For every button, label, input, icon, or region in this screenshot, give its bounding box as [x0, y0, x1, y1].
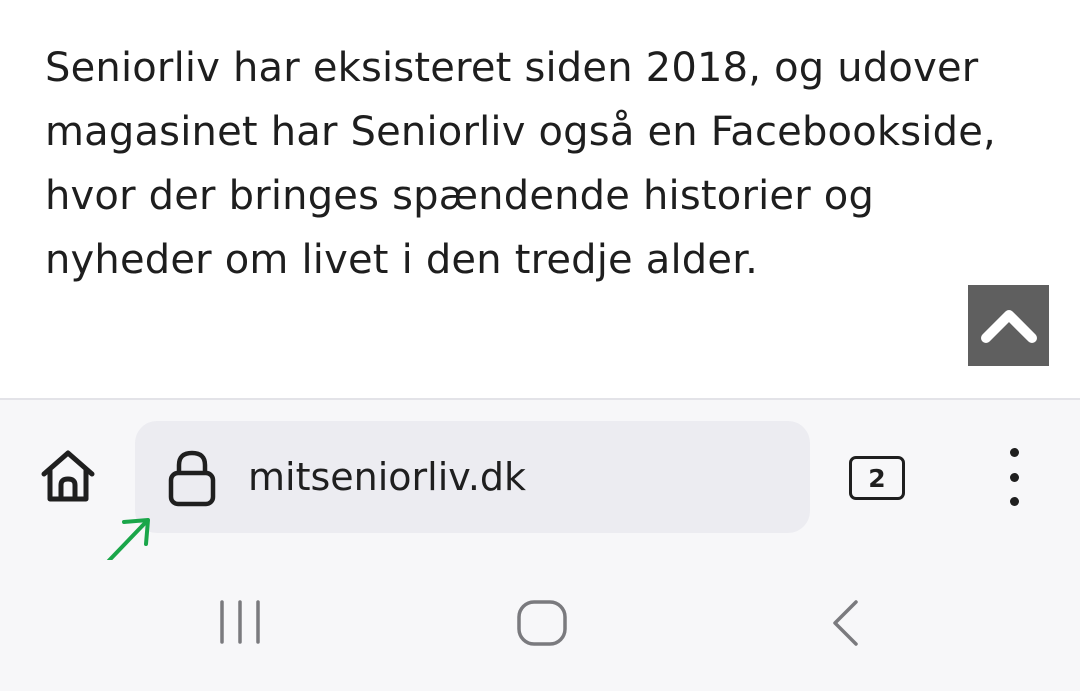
article-content: Seniorliv har eksisteret siden 2018, og …	[0, 0, 1080, 398]
url-text: mitseniorliv.dk	[248, 455, 527, 499]
recent-apps-icon[interactable]	[216, 600, 264, 644]
menu-dot	[1009, 448, 1019, 457]
menu-dot	[1009, 472, 1019, 482]
home-circle-icon[interactable]	[515, 598, 569, 648]
back-chevron-icon[interactable]	[822, 598, 870, 648]
tabs-button[interactable]: 2	[845, 452, 907, 500]
home-icon	[41, 450, 95, 502]
scroll-to-top-button[interactable]	[968, 285, 1049, 366]
menu-dot	[1009, 497, 1019, 506]
tab-count: 2	[868, 463, 886, 493]
tab-count-badge: 2	[849, 456, 905, 500]
system-navigation-bar	[0, 560, 1080, 691]
address-bar[interactable]: mitseniorliv.dk	[135, 421, 810, 533]
lock-icon	[168, 450, 216, 507]
more-vertical-icon[interactable]	[994, 448, 1034, 506]
chevron-up-icon	[980, 309, 1037, 343]
browser-home-button[interactable]	[34, 442, 102, 510]
browser-toolbar: mitseniorliv.dk 2	[0, 398, 1080, 560]
article-paragraph: Seniorliv har eksisteret siden 2018, og …	[45, 45, 996, 283]
phone-screen: Seniorliv har eksisteret siden 2018, og …	[0, 0, 1080, 691]
